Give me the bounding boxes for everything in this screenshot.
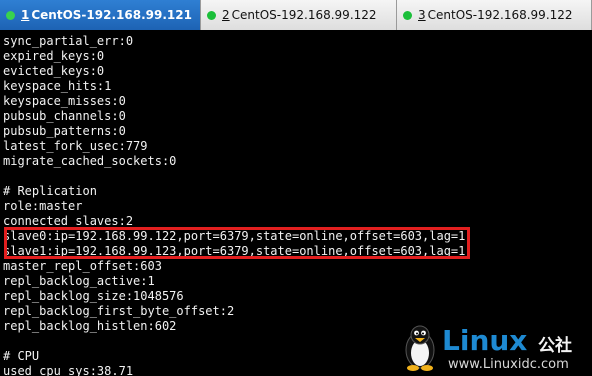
tab-number: 1 <box>21 8 30 22</box>
terminal-line: # Replication <box>3 184 97 198</box>
tab-number: 3 <box>418 8 426 22</box>
terminal-line: expired_keys:0 <box>3 49 105 63</box>
watermark-brand: Linux <box>442 324 528 357</box>
watermark-logo: Linux 公社 www.Linuxidc.com <box>400 322 590 374</box>
terminal-line: pubsub_patterns:0 <box>3 124 126 138</box>
terminal-line: pubsub_channels:0 <box>3 109 126 123</box>
terminal-line: migrate_cached_sockets:0 <box>3 154 177 168</box>
tab-session-1[interactable]: 1 CentOS-192.168.99.121 <box>0 0 201 30</box>
penguin-icon <box>405 325 435 371</box>
terminal-line: repl_backlog_first_byte_offset:2 <box>3 304 235 318</box>
watermark-brand-cn: 公社 <box>538 336 572 356</box>
terminal-line: role:master <box>3 199 83 213</box>
terminal-line: master_repl_offset:603 <box>3 259 162 273</box>
terminal-line: keyspace_hits:1 <box>3 79 112 93</box>
tab-number: 2 <box>222 8 230 22</box>
tab-label: CentOS-192.168.99.122 <box>427 8 573 22</box>
tab-session-3[interactable]: 3 CentOS-192.168.99.122 <box>397 0 592 30</box>
terminal-line: repl_backlog_size:1048576 <box>3 289 184 303</box>
terminal-line: repl_backlog_active:1 <box>3 274 155 288</box>
terminal-line: keyspace_misses:0 <box>3 94 126 108</box>
terminal-line: sync_partial_err:0 <box>3 34 134 48</box>
watermark-url: www.Linuxidc.com <box>448 357 569 372</box>
connected-status-icon <box>6 10 15 20</box>
connected-status-icon <box>207 10 216 20</box>
terminal-line: slave1:ip=192.168.99.123,port=6379,state… <box>3 244 466 258</box>
terminal-line: latest_fork_usec:779 <box>3 139 148 153</box>
tab-session-2[interactable]: 2 CentOS-192.168.99.122 <box>201 0 397 30</box>
terminal-line: connected_slaves:2 <box>3 214 134 228</box>
terminal-line: slave0:ip=192.168.99.122,port=6379,state… <box>3 229 466 243</box>
connected-status-icon <box>403 10 412 20</box>
terminal-window: 1 CentOS-192.168.99.121 2 CentOS-192.168… <box>0 0 592 376</box>
tab-label: CentOS-192.168.99.121 <box>31 8 192 22</box>
session-tab-bar: 1 CentOS-192.168.99.121 2 CentOS-192.168… <box>0 0 592 30</box>
terminal-line: evicted_keys:0 <box>3 64 105 78</box>
tab-label: CentOS-192.168.99.122 <box>231 8 377 22</box>
